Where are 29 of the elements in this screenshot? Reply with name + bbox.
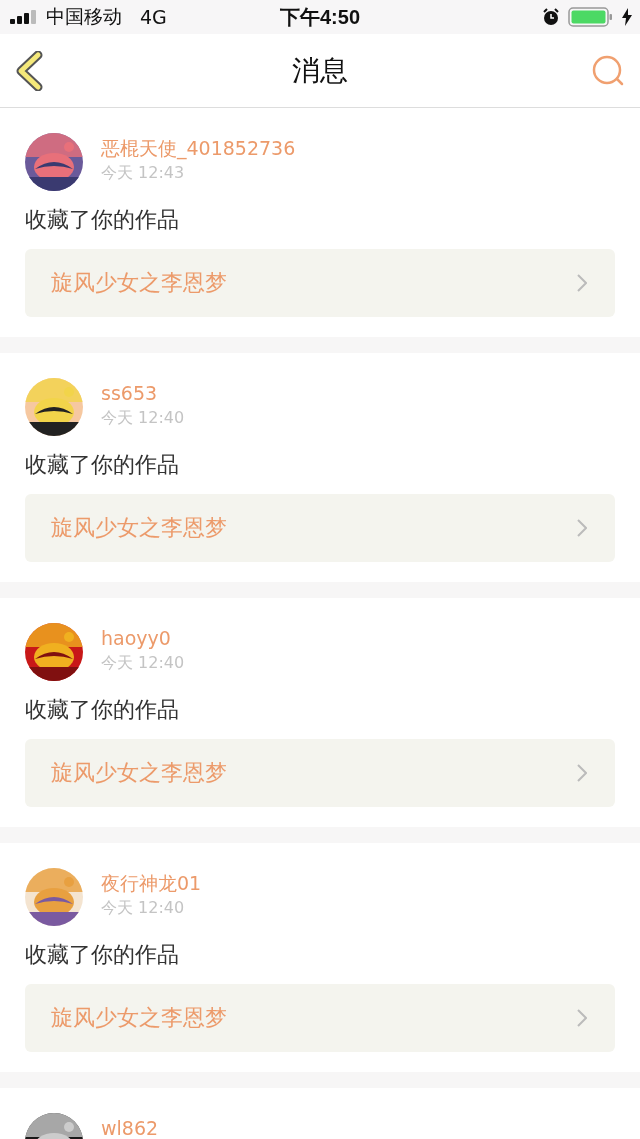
message-text: 收藏了你的作品: [25, 206, 180, 234]
message-time: 今天 12:40: [101, 897, 186, 919]
carrier-name: 中国移动: [46, 4, 122, 29]
work-link[interactable]: 旋风少女之李恩梦: [25, 494, 615, 562]
message-text: 收藏了你的作品: [25, 451, 180, 479]
chevron-right-icon: [577, 764, 587, 782]
message-text: 收藏了你的作品: [25, 696, 180, 724]
work-link[interactable]: 旋风少女之李恩梦: [25, 249, 615, 317]
charging-icon: [622, 8, 632, 26]
page-title: 消息: [292, 52, 348, 89]
message-time: 今天 12:43: [101, 162, 186, 184]
message-text: 收藏了你的作品: [25, 941, 180, 969]
alarm-clock-icon: [542, 8, 560, 26]
user-name[interactable]: wl862: [101, 1118, 159, 1139]
back-button[interactable]: [14, 50, 44, 91]
battery-icon: [568, 7, 614, 27]
user-name[interactable]: 夜行神龙01: [101, 873, 202, 894]
work-link[interactable]: 旋风少女之李恩梦: [25, 984, 615, 1052]
chevron-right-icon: [577, 274, 587, 292]
message-time: 今天 12:40: [101, 407, 185, 429]
network-type: 4G: [140, 6, 167, 28]
message-time: 今天 12:40: [101, 652, 185, 674]
user-name[interactable]: 恶棍天使_401852736: [101, 138, 296, 159]
user-name[interactable]: haoyy0: [101, 628, 185, 649]
work-link[interactable]: 旋风少女之李恩梦: [25, 739, 615, 807]
status-time: 下午4:50: [280, 4, 360, 30]
chevron-right-icon: [577, 1009, 587, 1027]
chevron-right-icon: [577, 519, 587, 537]
user-name[interactable]: ss653: [101, 383, 185, 404]
